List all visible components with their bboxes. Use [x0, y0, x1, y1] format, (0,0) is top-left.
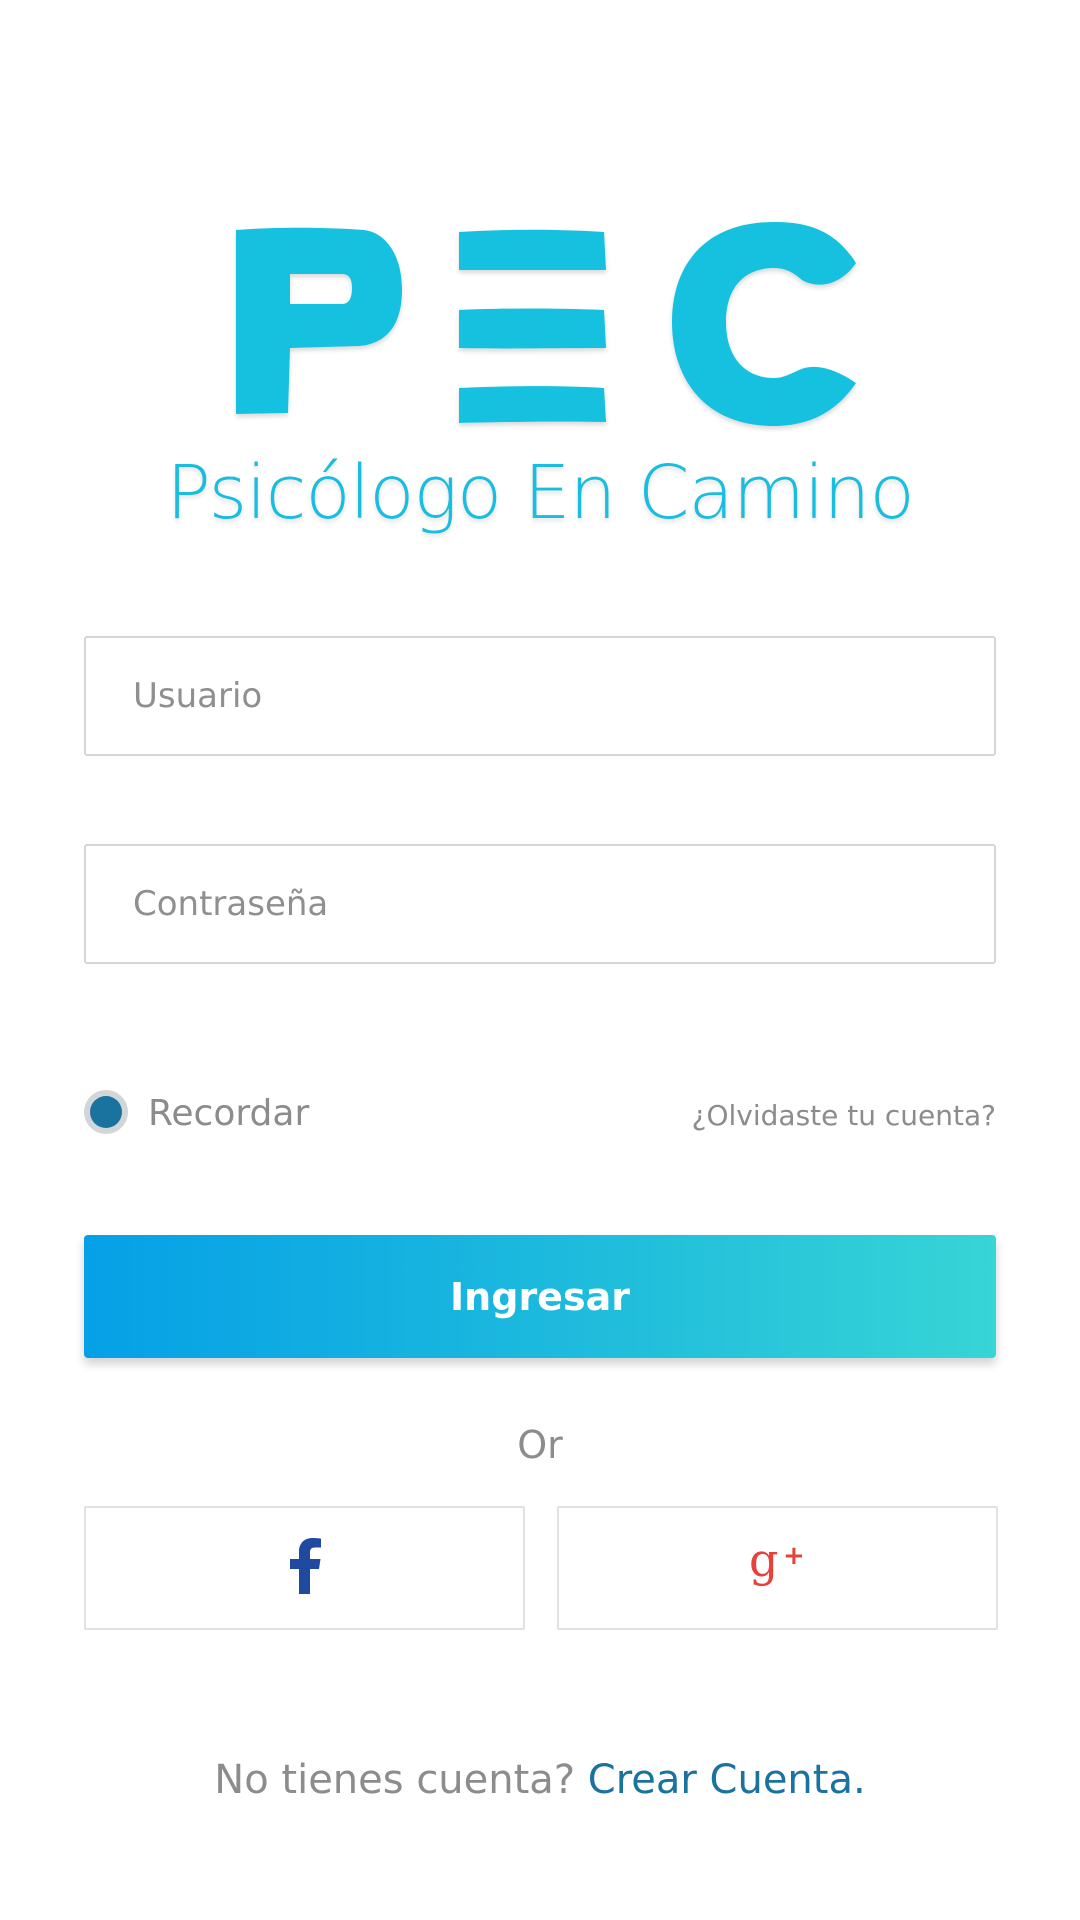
- svg-text:g: g: [749, 1538, 778, 1587]
- signup-prompt-line: No tienes cuenta? Crear Cuenta.: [0, 1750, 1080, 1810]
- or-divider: Or: [517, 1423, 563, 1467]
- remember-radio-dot: [90, 1096, 122, 1128]
- password-field-container: [84, 844, 996, 964]
- login-button[interactable]: Ingresar: [84, 1235, 996, 1358]
- signup-prompt: No tienes cuenta?: [214, 1757, 576, 1803]
- forgot-account-link[interactable]: ¿Olvidaste tu cuenta?: [692, 1096, 996, 1136]
- pec-logo: [234, 218, 862, 432]
- google-plus-icon: g +: [749, 1533, 807, 1598]
- facebook-icon: [288, 1538, 322, 1598]
- google-plus-login-button[interactable]: g +: [557, 1506, 998, 1630]
- username-input[interactable]: [86, 638, 994, 754]
- password-input[interactable]: [86, 846, 994, 962]
- create-account-link[interactable]: Crear Cuenta.: [588, 1757, 866, 1803]
- remember-label[interactable]: Recordar: [148, 1090, 309, 1138]
- facebook-login-button[interactable]: [84, 1506, 525, 1630]
- app-subtitle: Psicólogo En Camino: [166, 450, 914, 536]
- svg-text:+: +: [783, 1541, 805, 1571]
- username-field-container: [84, 636, 996, 756]
- remember-radio[interactable]: [84, 1090, 128, 1134]
